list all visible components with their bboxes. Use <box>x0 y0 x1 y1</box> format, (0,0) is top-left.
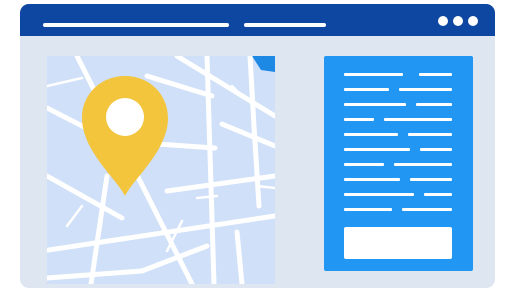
menu-dot <box>453 16 463 26</box>
title-bar <box>20 4 495 36</box>
text-line <box>420 148 452 151</box>
map-view[interactable] <box>47 56 275 284</box>
subtitle-placeholder <box>244 23 326 27</box>
text-line <box>344 118 374 121</box>
text-line <box>344 148 410 151</box>
action-button[interactable] <box>344 227 452 259</box>
menu-dot <box>468 16 478 26</box>
browser-window <box>20 4 495 288</box>
text-line <box>344 178 400 181</box>
text-line <box>344 163 384 166</box>
text-line <box>344 73 403 76</box>
title-placeholder <box>43 23 229 27</box>
text-line <box>410 178 452 181</box>
text-line <box>344 133 398 136</box>
text-line <box>416 103 452 106</box>
text-line <box>384 118 452 121</box>
text-line <box>394 163 452 166</box>
text-line <box>344 193 414 196</box>
text-line <box>424 193 452 196</box>
details-panel <box>324 56 473 271</box>
text-line <box>402 208 452 211</box>
text-line <box>399 88 452 91</box>
text-line <box>408 133 452 136</box>
menu-dot <box>438 16 448 26</box>
text-line <box>344 88 389 91</box>
text-line <box>344 103 406 106</box>
text-line <box>344 208 392 211</box>
text-line <box>419 73 452 76</box>
